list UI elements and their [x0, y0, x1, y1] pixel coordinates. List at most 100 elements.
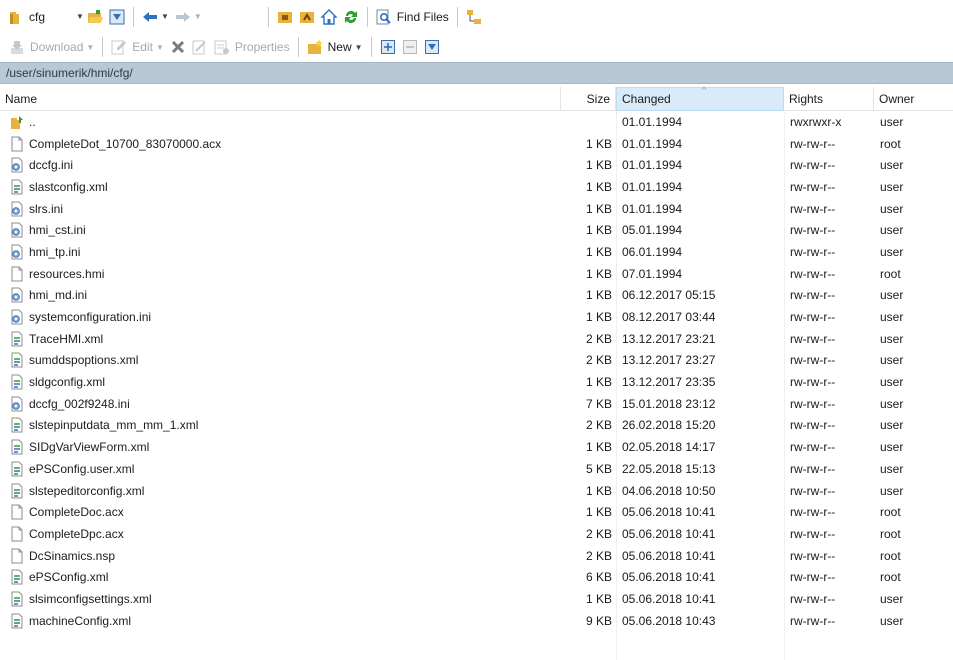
delete-button[interactable] [167, 36, 189, 58]
rename-button[interactable] [189, 36, 211, 58]
xml-file-icon [10, 483, 24, 499]
file-name-cell: slstepeditorconfig.xml [10, 480, 570, 502]
file-changed-date: 05.06.2018 10:41 [622, 505, 716, 520]
file-row[interactable]: dccfg.ini 1 KB 01.01.1994 rw-rw-r-- user [0, 154, 953, 176]
filter-icon [109, 9, 125, 25]
file-name-cell: sldgconfig.xml [10, 371, 570, 393]
main-toolbar: cfg ▼ ▼ ▼ Find Files [0, 0, 953, 33]
file-row[interactable]: sldgconfig.xml 1 KB 13.12.2017 23:35 rw-rw-… [0, 371, 953, 393]
toolbar-divider [370, 37, 372, 57]
download-button[interactable]: Download ▼ [6, 36, 97, 58]
file-row[interactable]: hmi_md.ini 1 KB 06.12.2017 05:15 rw-rw-r-- u… [0, 285, 953, 307]
file-name-cell: hmi_md.ini [10, 285, 570, 307]
file-row[interactable]: hmi_cst.ini 1 KB 05.01.1994 rw-rw-r-- user [0, 219, 953, 241]
file-row[interactable]: ePSConfig.user.xml 5 KB 22.05.2018 15:13 rw… [0, 458, 953, 480]
file-row[interactable]: dccfg_002f9248.ini 7 KB 15.01.2018 23:12 rw… [0, 393, 953, 415]
file-row[interactable]: TraceHMI.xml 2 KB 13.12.2017 23:21 rw-rw-r-… [0, 328, 953, 350]
file-row[interactable]: .. 01.01.1994 rwxrwxr-x user [0, 111, 953, 133]
file-name: CompleteDpc.acx [29, 526, 124, 541]
file-changed-date: 26.02.2018 15:20 [622, 418, 716, 433]
column-header-rights[interactable]: Rights [784, 87, 874, 111]
open-folder-button[interactable]: ▼ [70, 6, 106, 28]
file-row[interactable]: hmi_tp.ini 1 KB 06.01.1994 rw-rw-r-- user [0, 241, 953, 263]
column-header-changed[interactable]: Changed ^ [616, 85, 784, 111]
toolbar-divider [456, 6, 458, 27]
file-rights: rw-rw-r-- [790, 483, 836, 498]
file-rights: rw-rw-r-- [790, 310, 836, 325]
file-changed-date: 05.06.2018 10:41 [622, 570, 716, 585]
edit-label: Edit [132, 40, 153, 54]
current-path: /user/sinumerik/hmi/cfg/ [6, 66, 133, 80]
find-files-button[interactable]: Find Files [373, 6, 452, 28]
unselect-button[interactable] [399, 36, 421, 58]
file-size: 1 KB [585, 244, 612, 259]
file-owner: user [880, 375, 904, 390]
file-owner: user [880, 483, 904, 498]
file-size: 1 KB [585, 591, 612, 606]
file-changed-date: 05.01.1994 [622, 223, 683, 238]
toolbar-divider [267, 6, 269, 27]
file-row[interactable]: sumddspoptions.xml 2 KB 13.12.2017 23:27 rw… [0, 350, 953, 372]
ini-file-icon [10, 244, 24, 260]
file-row[interactable]: slstepinputdata_mm_mm_1.xml 2 KB 26.02.201… [0, 415, 953, 437]
file-changed-date: 05.06.2018 10:43 [622, 613, 716, 628]
file-row[interactable]: slsimconfigsettings.xml 1 KB 05.06.2018 10… [0, 588, 953, 610]
path-bar[interactable]: /user/sinumerik/hmi/cfg/ [0, 62, 953, 84]
file-owner: user [880, 201, 904, 216]
file-list-header: Name Size Changed ^ Rights Owner [0, 85, 953, 111]
folder-icon [9, 9, 25, 25]
file-row[interactable]: resources.hmi 1 KB 07.01.1994 rw-rw-r-- root [0, 263, 953, 285]
delete-x-icon [170, 39, 186, 55]
file-name-cell: CompleteDot_10700_83070000.acx [10, 133, 570, 155]
folder-selector[interactable]: cfg [6, 6, 48, 28]
file-name: TraceHMI.xml [29, 331, 104, 346]
file-row[interactable]: machineConfig.xml 9 KB 05.06.2018 10:43 rw-… [0, 610, 953, 632]
file-row[interactable]: systemconfiguration.ini 1 KB 08.12.2017 03… [0, 306, 953, 328]
file-row[interactable]: CompleteDpc.acx 2 KB 05.06.2018 10:41 rw-rw… [0, 523, 953, 545]
file-name: resources.hmi [29, 266, 105, 281]
file-row[interactable]: CompleteDoc.acx 1 KB 05.06.2018 10:41 rw-rw… [0, 501, 953, 523]
file-row[interactable]: slrs.ini 1 KB 01.01.1994 rw-rw-r-- user [0, 198, 953, 220]
file-rights: rw-rw-r-- [790, 158, 836, 173]
filter-button[interactable] [106, 6, 128, 28]
column-header-name[interactable]: Name [0, 87, 560, 111]
blank-file-icon [10, 266, 24, 282]
file-row[interactable]: slastconfig.xml 1 KB 01.01.1994 rw-rw-r-- us… [0, 176, 953, 198]
properties-button[interactable]: Properties [211, 36, 293, 58]
properties-icon [214, 39, 230, 55]
parent-folder-button[interactable] [296, 6, 318, 28]
file-row[interactable]: CompleteDot_10700_83070000.acx 1 KB 01.01.… [0, 133, 953, 155]
file-name-cell: sumddspoptions.xml [10, 350, 570, 372]
root-folder-button[interactable] [274, 6, 296, 28]
file-row[interactable]: SIDgVarViewForm.xml 1 KB 02.05.2018 14:17 r… [0, 436, 953, 458]
file-rights: rw-rw-r-- [790, 223, 836, 238]
file-size: 1 KB [585, 440, 612, 455]
file-owner: user [880, 179, 904, 194]
file-name: hmi_tp.ini [29, 244, 81, 259]
file-name-cell: machineConfig.xml [10, 610, 570, 632]
file-rights: rw-rw-r-- [790, 440, 836, 455]
file-row[interactable]: slstepeditorconfig.xml 1 KB 04.06.2018 10:… [0, 480, 953, 502]
file-owner: user [880, 223, 904, 238]
file-name-cell: SIDgVarViewForm.xml [10, 436, 570, 458]
refresh-button[interactable] [340, 6, 362, 28]
filter-files-button[interactable] [421, 36, 443, 58]
file-size: 2 KB [585, 418, 612, 433]
column-header-owner[interactable]: Owner [874, 87, 953, 111]
file-name-cell: hmi_cst.ini [10, 219, 570, 241]
file-rights: rwxrwxr-x [790, 114, 842, 129]
back-button[interactable]: ▼ [139, 6, 172, 28]
ini-file-icon [10, 157, 24, 173]
home-button[interactable] [318, 6, 340, 28]
tree-view-button[interactable] [463, 6, 485, 28]
file-name: slsimconfigsettings.xml [29, 591, 152, 606]
file-name-cell: resources.hmi [10, 263, 570, 285]
new-button[interactable]: New ▼ [304, 36, 366, 58]
column-header-size[interactable]: Size [560, 87, 616, 111]
forward-button[interactable]: ▼ [172, 6, 205, 28]
file-row[interactable]: ePSConfig.xml 6 KB 05.06.2018 10:41 rw-rw-r… [0, 566, 953, 588]
edit-button[interactable]: Edit ▼ [108, 36, 167, 58]
file-owner: root [880, 136, 901, 151]
file-row[interactable]: DcSinamics.nsp 2 KB 05.06.2018 10:41 rw-rw-… [0, 545, 953, 567]
select-all-button[interactable] [377, 36, 399, 58]
